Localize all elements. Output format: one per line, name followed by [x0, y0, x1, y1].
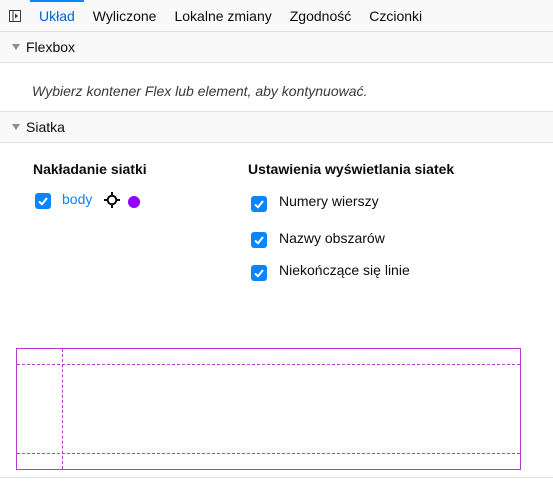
grid-row-line — [17, 453, 520, 454]
grid-section-title: Siatka — [26, 119, 65, 135]
checkmark-icon — [254, 269, 264, 278]
grid-row-line — [17, 364, 520, 365]
sidebar-toggle-icon — [9, 9, 21, 22]
tab-layout[interactable]: Układ — [30, 0, 84, 31]
area-names-checkbox[interactable] — [251, 232, 267, 248]
grid-color-swatch[interactable] — [128, 196, 140, 208]
grid-display-settings-title: Ustawienia wyświetlania siatek — [248, 161, 455, 177]
checkmark-icon — [254, 200, 264, 209]
checkmark-icon — [254, 236, 264, 245]
flexbox-empty-message: Wybierz kontener Flex lub element, aby k… — [32, 83, 368, 99]
flexbox-section-title: Flexbox — [26, 39, 76, 55]
twisty-expanded-icon — [12, 124, 20, 130]
tab-changes[interactable]: Lokalne zmiany — [165, 0, 280, 31]
tab-computed[interactable]: Wyliczone — [84, 0, 166, 31]
tab-fonts[interactable]: Czcionki — [360, 0, 431, 31]
tab-compatibility[interactable]: Zgodność — [281, 0, 360, 31]
line-numbers-label[interactable]: Numery wierszy — [279, 193, 379, 209]
twisty-expanded-icon — [12, 44, 20, 50]
grid-outline-preview — [16, 348, 521, 470]
line-numbers-checkbox[interactable] — [251, 196, 267, 212]
area-names-label[interactable]: Nazwy obszarów — [279, 230, 385, 246]
grid-overlay-checkbox[interactable] — [35, 193, 51, 209]
grid-section-header[interactable]: Siatka — [0, 111, 553, 143]
grid-overlay-element-label[interactable]: body — [62, 191, 92, 207]
extend-lines-checkbox[interactable] — [251, 265, 267, 281]
divider — [0, 477, 553, 478]
grid-overlay-title: Nakładanie siatki — [33, 161, 147, 177]
extend-lines-label[interactable]: Niekończące się linie — [279, 262, 410, 278]
grid-column-line — [62, 349, 63, 469]
tab-bar: Układ Wyliczone Lokalne zmiany Zgodność … — [0, 0, 553, 32]
flexbox-section-header[interactable]: Flexbox — [0, 31, 553, 63]
checkmark-icon — [38, 197, 48, 206]
crosshair-icon[interactable] — [104, 192, 120, 211]
toggle-sidebar-button[interactable] — [0, 0, 30, 31]
